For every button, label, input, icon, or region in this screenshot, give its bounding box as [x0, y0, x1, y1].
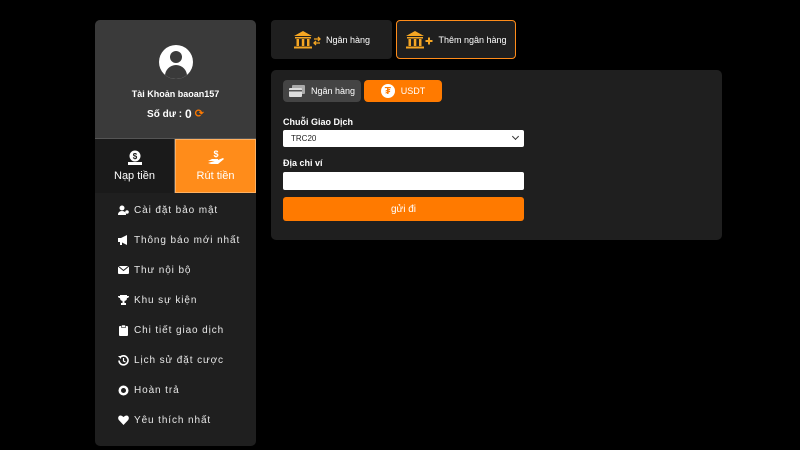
profile-card: Tài Khoản baoan157 Số dư : 0 ⟳: [95, 20, 256, 138]
chain-select[interactable]: TRC20: [283, 130, 524, 147]
tab-add-bank-label: Thêm ngân hàng: [438, 34, 507, 45]
svg-text:$: $: [132, 152, 137, 161]
tab-add-bank[interactable]: Thêm ngân hàng: [396, 20, 516, 59]
credit-card-icon: [288, 85, 305, 97]
subtab-usdt-label: USDT: [400, 86, 426, 96]
menu-label: Thông báo mới nhất: [134, 234, 241, 246]
menu-label: Yêu thích nhất: [134, 414, 212, 426]
bank-add-icon: [406, 30, 433, 48]
deposit-button[interactable]: $ Nạp tiền: [95, 139, 175, 193]
menu-item-favorites[interactable]: Yêu thích nhất: [95, 405, 256, 435]
tab-bank-label: Ngân hàng: [325, 34, 371, 45]
account-label: Tài Khoản: [131, 89, 176, 99]
wallet-label: Địa chỉ ví: [283, 158, 323, 168]
sidebar: Tài Khoản baoan157 Số dư : 0 ⟳ $ Nạp tiề…: [95, 20, 256, 446]
wallet-address-input[interactable]: [283, 172, 524, 190]
balance-value: 0: [185, 107, 192, 121]
withdraw-label: Rút tiền: [196, 170, 235, 182]
chevron-down-icon: [511, 132, 520, 141]
balance-label: Số dư :: [147, 108, 183, 120]
user-cog-icon: [118, 205, 129, 216]
menu-label: Hoàn trả: [134, 384, 180, 396]
sidebar-menu: Cài đặt bảo mật Thông báo mới nhất Thư n…: [95, 193, 256, 435]
tab-bank[interactable]: Ngân hàng: [271, 20, 392, 59]
menu-item-transactions[interactable]: Chi tiết giao dịch: [95, 315, 256, 345]
refresh-icon[interactable]: ⟳: [195, 108, 204, 120]
subtab-usdt[interactable]: ₮ USDT: [364, 80, 442, 102]
account-username: baoan157: [177, 89, 220, 99]
menu-item-notifications[interactable]: Thông báo mới nhất: [95, 225, 256, 255]
menu-item-events[interactable]: Khu sự kiện: [95, 285, 256, 315]
money-bag-icon: $: [127, 150, 142, 165]
history-icon: [118, 354, 129, 366]
menu-item-security[interactable]: Cài đặt bảo mật: [95, 195, 256, 225]
clipboard-icon: [118, 324, 129, 336]
heart-icon: [118, 415, 129, 426]
menu-item-bet-history[interactable]: Lịch sử đặt cược: [95, 345, 256, 375]
coins-icon: [118, 385, 129, 396]
account-line: Tài Khoản baoan157: [132, 89, 220, 99]
deposit-label: Nạp tiền: [114, 170, 155, 182]
chain-label: Chuỗi Giao Dịch: [283, 117, 354, 127]
submit-button[interactable]: gửi đi: [283, 197, 524, 221]
avatar-icon: [158, 45, 193, 79]
hand-money-icon: $: [207, 150, 224, 164]
menu-label: Khu sự kiện: [134, 294, 198, 306]
menu-item-rebate[interactable]: Hoàn trả: [95, 375, 256, 405]
withdraw-button[interactable]: $ Rút tiền: [175, 139, 256, 193]
balance-line: Số dư : 0 ⟳: [147, 107, 204, 121]
withdraw-panel: Ngân hàng ₮ USDT Chuỗi Giao Dịch TRC20 Đ…: [271, 70, 722, 240]
wallet-actions: $ Nạp tiền $ Rút tiền: [95, 138, 256, 193]
svg-text:$: $: [213, 150, 218, 159]
subtab-bank[interactable]: Ngân hàng: [283, 80, 361, 102]
menu-label: Cài đặt bảo mật: [134, 204, 219, 216]
menu-item-inbox[interactable]: Thư nội bộ: [95, 255, 256, 285]
subtab-bank-label: Ngân hàng: [310, 86, 356, 96]
megaphone-icon: [118, 235, 129, 246]
envelope-icon: [118, 265, 129, 276]
tether-icon: ₮: [380, 84, 395, 98]
chain-select-value: TRC20: [291, 134, 317, 143]
menu-label: Lịch sử đặt cược: [134, 354, 224, 366]
trophy-icon: [118, 295, 129, 306]
bank-icon: [293, 30, 321, 48]
menu-label: Thư nội bộ: [134, 264, 192, 276]
menu-label: Chi tiết giao dịch: [134, 324, 225, 336]
